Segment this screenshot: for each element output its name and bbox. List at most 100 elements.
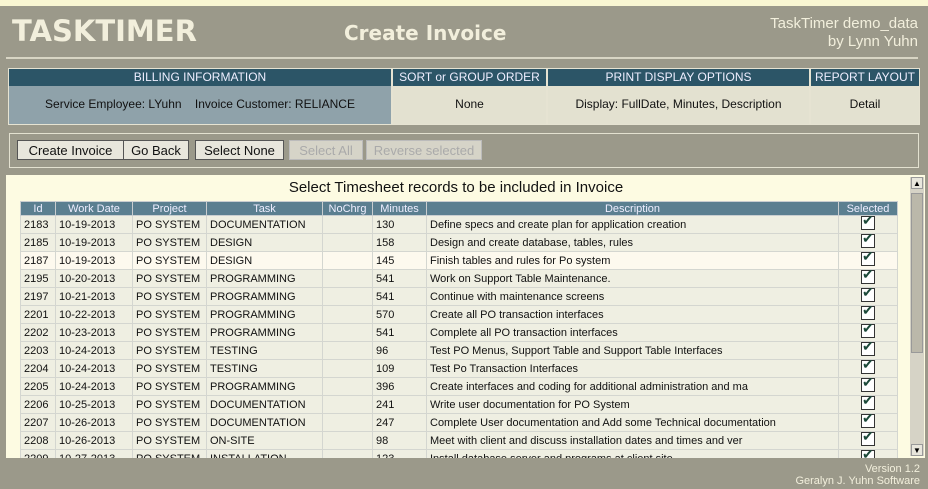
selected-checkbox[interactable] xyxy=(861,450,875,458)
cell-project: PO SYSTEM xyxy=(132,431,207,450)
cell-project: PO SYSTEM xyxy=(132,323,207,342)
cell-description: Test Po Transaction Interfaces xyxy=(426,359,839,378)
column-header[interactable]: Id xyxy=(20,201,56,216)
table-row[interactable]: 2197 10-21-2013 PO SYSTEM PROGRAMMING 541 Con… xyxy=(20,287,898,306)
table-row[interactable]: 2185 10-19-2013 PO SYSTEM DESIGN 158 Design a… xyxy=(20,233,898,252)
cell-nochrg xyxy=(322,377,373,396)
table-row[interactable]: 2183 10-19-2013 PO SYSTEM DOCUMENTATION 130 D… xyxy=(20,215,898,234)
cell-project: PO SYSTEM xyxy=(132,449,207,458)
selected-checkbox[interactable] xyxy=(861,270,875,284)
cell-project: PO SYSTEM xyxy=(132,287,207,306)
selected-cell xyxy=(838,377,898,396)
table-row[interactable]: 2203 10-24-2013 PO SYSTEM TESTING 96 Test PO … xyxy=(20,341,898,360)
selected-checkbox[interactable] xyxy=(861,396,875,410)
column-header[interactable]: NoChrg xyxy=(322,201,373,216)
cell-task: PROGRAMMING xyxy=(206,323,323,342)
selected-checkbox[interactable] xyxy=(861,378,875,392)
cell-minutes: 109 xyxy=(372,359,427,378)
cell-id: 2207 xyxy=(20,413,56,432)
scrollbar-thumb[interactable] xyxy=(911,193,923,353)
cell-minutes: 570 xyxy=(372,305,427,324)
cell-nochrg xyxy=(322,287,373,306)
table-row[interactable]: 2187 10-19-2013 PO SYSTEM DESIGN 145 Finish t… xyxy=(20,251,898,270)
cell-task: PROGRAMMING xyxy=(206,377,323,396)
table-row[interactable]: 2201 10-22-2013 PO SYSTEM PROGRAMMING 570 Cre… xyxy=(20,305,898,324)
cell-nochrg xyxy=(322,233,373,252)
cell-description: Design and create database, tables, rule… xyxy=(426,233,839,252)
selected-cell xyxy=(838,413,898,432)
cell-task: DOCUMENTATION xyxy=(206,215,323,234)
cell-id: 2203 xyxy=(20,341,56,360)
select-none-button[interactable]: Select None xyxy=(195,140,284,160)
cell-work-date: 10-19-2013 xyxy=(55,251,133,270)
sort-order-panel: SORT or GROUP ORDER None xyxy=(392,68,547,125)
cell-task: DESIGN xyxy=(206,233,323,252)
scroll-up-arrow-icon[interactable]: ▲ xyxy=(911,177,923,189)
selected-checkbox[interactable] xyxy=(861,324,875,338)
app-credit: TaskTimer demo_data by Lynn Yuhn xyxy=(770,15,918,51)
selected-cell xyxy=(838,431,898,450)
table-row[interactable]: 2202 10-23-2013 PO SYSTEM PROGRAMMING 541 Com… xyxy=(20,323,898,342)
panel-value: Service Employee: LYuhn Invoice Customer… xyxy=(9,86,391,124)
cell-description: Meet with client and discuss installatio… xyxy=(426,431,839,450)
column-header[interactable]: Selected xyxy=(838,201,898,216)
cell-minutes: 241 xyxy=(372,395,427,414)
select-all-button[interactable]: Select All xyxy=(289,140,363,160)
cell-work-date: 10-22-2013 xyxy=(55,305,133,324)
page-title: Create Invoice xyxy=(344,21,507,45)
table-row[interactable]: 2195 10-20-2013 PO SYSTEM PROGRAMMING 541 Wor… xyxy=(20,269,898,288)
cell-id: 2187 xyxy=(20,251,56,270)
company-label: Geralyn J. Yuhn Software xyxy=(795,475,920,487)
cell-work-date: 10-27-2013 xyxy=(55,449,133,458)
column-header[interactable]: Task xyxy=(206,201,323,216)
column-header[interactable]: Description xyxy=(426,201,839,216)
selected-checkbox[interactable] xyxy=(861,360,875,374)
panel-heading: REPORT LAYOUT xyxy=(811,69,919,86)
action-toolbar: Create Invoice Go Back Select None Selec… xyxy=(9,133,919,168)
column-header[interactable]: Work Date xyxy=(55,201,133,216)
cell-task: INSTALLATION xyxy=(206,449,323,458)
selected-checkbox[interactable] xyxy=(861,234,875,248)
table-row[interactable]: 2207 10-26-2013 PO SYSTEM DOCUMENTATION 247 C… xyxy=(20,413,898,432)
selected-checkbox[interactable] xyxy=(861,288,875,302)
cell-nochrg xyxy=(322,359,373,378)
table-row[interactable]: 2204 10-24-2013 PO SYSTEM TESTING 109 Test Po… xyxy=(20,359,898,378)
timesheet-table: Id Work Date Project Task NoChrg Minutes Descr… xyxy=(20,201,898,458)
cell-work-date: 10-23-2013 xyxy=(55,323,133,342)
selected-checkbox[interactable] xyxy=(861,432,875,446)
column-header[interactable]: Minutes xyxy=(372,201,427,216)
timesheet-panel: Select Timesheet records to be included … xyxy=(6,175,925,458)
panel-value: Display: FullDate, Minutes, Description xyxy=(548,86,809,124)
cell-minutes: 98 xyxy=(372,431,427,450)
cell-id: 2208 xyxy=(20,431,56,450)
cell-task: DOCUMENTATION xyxy=(206,413,323,432)
cell-project: PO SYSTEM xyxy=(132,305,207,324)
report-layout-panel: REPORT LAYOUT Detail xyxy=(810,68,920,125)
selected-checkbox[interactable] xyxy=(861,252,875,266)
reverse-selected-button[interactable]: Reverse selected xyxy=(366,140,482,160)
scroll-down-arrow-icon[interactable]: ▼ xyxy=(911,444,923,456)
column-header[interactable]: Project xyxy=(132,201,207,216)
cell-work-date: 10-19-2013 xyxy=(55,233,133,252)
cell-nochrg xyxy=(322,215,373,234)
selected-cell xyxy=(838,395,898,414)
selected-checkbox[interactable] xyxy=(861,306,875,320)
panel-heading: PRINT DISPLAY OPTIONS xyxy=(548,69,809,86)
selected-checkbox[interactable] xyxy=(861,414,875,428)
cell-minutes: 96 xyxy=(372,341,427,360)
selected-checkbox[interactable] xyxy=(861,216,875,230)
table-row[interactable]: 2205 10-24-2013 PO SYSTEM PROGRAMMING 396 Cre… xyxy=(20,377,898,396)
version-label: Version 1.2 xyxy=(864,463,920,475)
cell-description: Complete User documentation and Add some… xyxy=(426,413,839,432)
selected-cell xyxy=(838,233,898,252)
cell-minutes: 123 xyxy=(372,449,427,458)
cell-id: 2197 xyxy=(20,287,56,306)
go-back-button[interactable]: Go Back xyxy=(123,140,189,160)
table-row[interactable]: 2208 10-26-2013 PO SYSTEM ON-SITE 98 Meet wit… xyxy=(20,431,898,450)
create-invoice-button[interactable]: Create Invoice xyxy=(17,140,124,160)
selected-checkbox[interactable] xyxy=(861,342,875,356)
table-row[interactable]: 2206 10-25-2013 PO SYSTEM DOCUMENTATION 241 W… xyxy=(20,395,898,414)
vertical-scrollbar[interactable]: ▲ ▼ xyxy=(910,177,924,456)
table-row[interactable]: 220910-27-2013PO SYSTEMINSTALLATION 123In… xyxy=(20,449,898,458)
cell-work-date: 10-25-2013 xyxy=(55,395,133,414)
